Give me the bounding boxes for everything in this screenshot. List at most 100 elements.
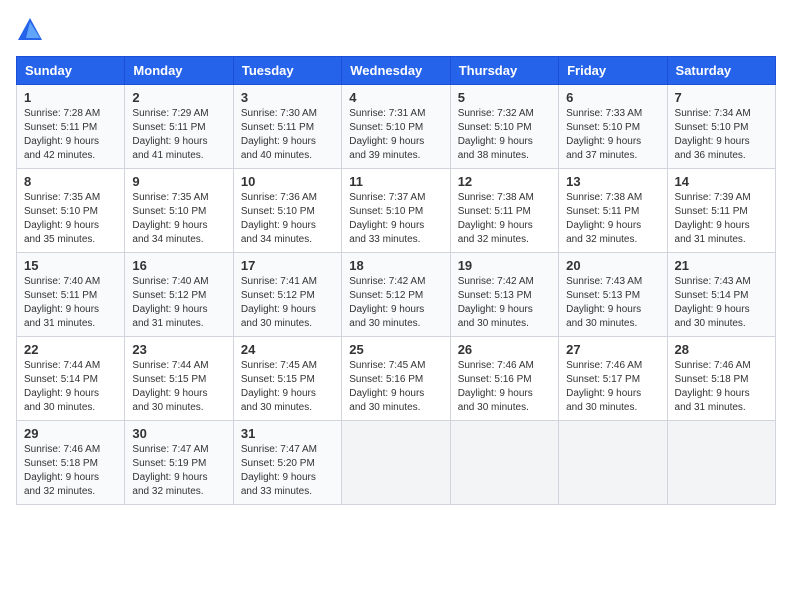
day-info: Sunrise: 7:35 AMSunset: 5:10 PMDaylight:… <box>24 191 117 247</box>
calendar-cell: 24 Sunrise: 7:45 AMSunset: 5:15 PMDayligh… <box>233 337 341 421</box>
day-info: Sunrise: 7:45 AMSunset: 5:15 PMDaylight:… <box>241 359 334 415</box>
day-number: 28 <box>675 342 768 357</box>
day-number: 16 <box>132 258 225 273</box>
day-info: Sunrise: 7:29 AMSunset: 5:11 PMDaylight:… <box>132 107 225 163</box>
calendar-cell: 1 Sunrise: 7:28 AMSunset: 5:11 PMDaylight… <box>17 85 125 169</box>
calendar-cell: 19 Sunrise: 7:42 AMSunset: 5:13 PMDayligh… <box>450 253 558 337</box>
day-number: 3 <box>241 90 334 105</box>
header-day-tuesday: Tuesday <box>233 57 341 85</box>
day-info: Sunrise: 7:44 AMSunset: 5:14 PMDaylight:… <box>24 359 117 415</box>
calendar-cell: 12 Sunrise: 7:38 AMSunset: 5:11 PMDayligh… <box>450 169 558 253</box>
day-number: 20 <box>566 258 659 273</box>
calendar-cell: 18 Sunrise: 7:42 AMSunset: 5:12 PMDayligh… <box>342 253 450 337</box>
day-number: 27 <box>566 342 659 357</box>
calendar-cell: 22 Sunrise: 7:44 AMSunset: 5:14 PMDayligh… <box>17 337 125 421</box>
day-info: Sunrise: 7:36 AMSunset: 5:10 PMDaylight:… <box>241 191 334 247</box>
day-number: 24 <box>241 342 334 357</box>
calendar-cell: 4 Sunrise: 7:31 AMSunset: 5:10 PMDaylight… <box>342 85 450 169</box>
day-info: Sunrise: 7:45 AMSunset: 5:16 PMDaylight:… <box>349 359 442 415</box>
day-number: 30 <box>132 426 225 441</box>
header-day-wednesday: Wednesday <box>342 57 450 85</box>
day-info: Sunrise: 7:34 AMSunset: 5:10 PMDaylight:… <box>675 107 768 163</box>
day-info: Sunrise: 7:46 AMSunset: 5:18 PMDaylight:… <box>24 443 117 499</box>
day-number: 12 <box>458 174 551 189</box>
calendar-cell: 28 Sunrise: 7:46 AMSunset: 5:18 PMDayligh… <box>667 337 775 421</box>
day-info: Sunrise: 7:32 AMSunset: 5:10 PMDaylight:… <box>458 107 551 163</box>
day-info: Sunrise: 7:40 AMSunset: 5:12 PMDaylight:… <box>132 275 225 331</box>
calendar-cell: 15 Sunrise: 7:40 AMSunset: 5:11 PMDayligh… <box>17 253 125 337</box>
calendar-cell: 2 Sunrise: 7:29 AMSunset: 5:11 PMDaylight… <box>125 85 233 169</box>
calendar-cell <box>450 421 558 505</box>
day-number: 22 <box>24 342 117 357</box>
day-info: Sunrise: 7:39 AMSunset: 5:11 PMDaylight:… <box>675 191 768 247</box>
header-day-thursday: Thursday <box>450 57 558 85</box>
day-number: 1 <box>24 90 117 105</box>
calendar-cell: 13 Sunrise: 7:38 AMSunset: 5:11 PMDayligh… <box>559 169 667 253</box>
day-info: Sunrise: 7:47 AMSunset: 5:19 PMDaylight:… <box>132 443 225 499</box>
day-info: Sunrise: 7:30 AMSunset: 5:11 PMDaylight:… <box>241 107 334 163</box>
calendar-week-row: 22 Sunrise: 7:44 AMSunset: 5:14 PMDayligh… <box>17 337 776 421</box>
header-day-sunday: Sunday <box>17 57 125 85</box>
day-info: Sunrise: 7:31 AMSunset: 5:10 PMDaylight:… <box>349 107 442 163</box>
calendar-cell: 31Sunrise: 7:47 AMSunset: 5:20 PMDayligh… <box>233 421 341 505</box>
calendar-cell: 17Sunrise: 7:41 AMSunset: 5:12 PMDayligh… <box>233 253 341 337</box>
calendar-cell: 3 Sunrise: 7:30 AMSunset: 5:11 PMDaylight… <box>233 85 341 169</box>
day-info: Sunrise: 7:46 AMSunset: 5:18 PMDaylight:… <box>675 359 768 415</box>
day-number: 9 <box>132 174 225 189</box>
day-number: 13 <box>566 174 659 189</box>
day-info: Sunrise: 7:37 AMSunset: 5:10 PMDaylight:… <box>349 191 442 247</box>
calendar-cell <box>559 421 667 505</box>
calendar-cell: 5Sunrise: 7:32 AMSunset: 5:10 PMDaylight… <box>450 85 558 169</box>
day-number: 21 <box>675 258 768 273</box>
calendar-cell <box>342 421 450 505</box>
calendar-cell: 16 Sunrise: 7:40 AMSunset: 5:12 PMDayligh… <box>125 253 233 337</box>
day-info: Sunrise: 7:46 AMSunset: 5:17 PMDaylight:… <box>566 359 659 415</box>
calendar-cell: 23 Sunrise: 7:44 AMSunset: 5:15 PMDayligh… <box>125 337 233 421</box>
day-number: 29 <box>24 426 117 441</box>
page-header <box>16 16 776 44</box>
calendar-cell: 20 Sunrise: 7:43 AMSunset: 5:13 PMDayligh… <box>559 253 667 337</box>
calendar-cell: 11 Sunrise: 7:37 AMSunset: 5:10 PMDayligh… <box>342 169 450 253</box>
day-info: Sunrise: 7:43 AMSunset: 5:13 PMDaylight:… <box>566 275 659 331</box>
calendar-cell: 29 Sunrise: 7:46 AMSunset: 5:18 PMDayligh… <box>17 421 125 505</box>
day-number: 18 <box>349 258 442 273</box>
calendar-cell: 10 Sunrise: 7:36 AMSunset: 5:10 PMDayligh… <box>233 169 341 253</box>
day-number: 19 <box>458 258 551 273</box>
day-number: 17 <box>241 258 334 273</box>
logo-icon <box>16 16 44 44</box>
calendar-cell: 21 Sunrise: 7:43 AMSunset: 5:14 PMDayligh… <box>667 253 775 337</box>
day-info: Sunrise: 7:42 AMSunset: 5:13 PMDaylight:… <box>458 275 551 331</box>
day-info: Sunrise: 7:38 AMSunset: 5:11 PMDaylight:… <box>566 191 659 247</box>
calendar-cell: 14 Sunrise: 7:39 AMSunset: 5:11 PMDayligh… <box>667 169 775 253</box>
day-info: Sunrise: 7:42 AMSunset: 5:12 PMDaylight:… <box>349 275 442 331</box>
day-info: Sunrise: 7:43 AMSunset: 5:14 PMDaylight:… <box>675 275 768 331</box>
day-info: Sunrise: 7:44 AMSunset: 5:15 PMDaylight:… <box>132 359 225 415</box>
day-number: 25 <box>349 342 442 357</box>
day-number: 2 <box>132 90 225 105</box>
header-day-friday: Friday <box>559 57 667 85</box>
day-info: Sunrise: 7:46 AMSunset: 5:16 PMDaylight:… <box>458 359 551 415</box>
day-number: 26 <box>458 342 551 357</box>
day-info: Sunrise: 7:38 AMSunset: 5:11 PMDaylight:… <box>458 191 551 247</box>
calendar-cell: 30 Sunrise: 7:47 AMSunset: 5:19 PMDayligh… <box>125 421 233 505</box>
day-info: Sunrise: 7:40 AMSunset: 5:11 PMDaylight:… <box>24 275 117 331</box>
day-number: 7 <box>675 90 768 105</box>
calendar-cell: 27 Sunrise: 7:46 AMSunset: 5:17 PMDayligh… <box>559 337 667 421</box>
day-number: 11 <box>349 174 442 189</box>
header-day-saturday: Saturday <box>667 57 775 85</box>
day-info: Sunrise: 7:28 AMSunset: 5:11 PMDaylight:… <box>24 107 117 163</box>
day-number: 4 <box>349 90 442 105</box>
day-number: 15 <box>24 258 117 273</box>
day-number: 23 <box>132 342 225 357</box>
day-info: Sunrise: 7:33 AMSunset: 5:10 PMDaylight:… <box>566 107 659 163</box>
calendar-week-row: 1 Sunrise: 7:28 AMSunset: 5:11 PMDaylight… <box>17 85 776 169</box>
calendar-cell: 6Sunrise: 7:33 AMSunset: 5:10 PMDaylight… <box>559 85 667 169</box>
calendar-cell <box>667 421 775 505</box>
day-number: 8 <box>24 174 117 189</box>
day-info: Sunrise: 7:35 AMSunset: 5:10 PMDaylight:… <box>132 191 225 247</box>
calendar-cell: 26 Sunrise: 7:46 AMSunset: 5:16 PMDayligh… <box>450 337 558 421</box>
day-number: 10 <box>241 174 334 189</box>
day-number: 14 <box>675 174 768 189</box>
logo <box>16 16 50 44</box>
calendar-table: SundayMondayTuesdayWednesdayThursdayFrid… <box>16 56 776 505</box>
